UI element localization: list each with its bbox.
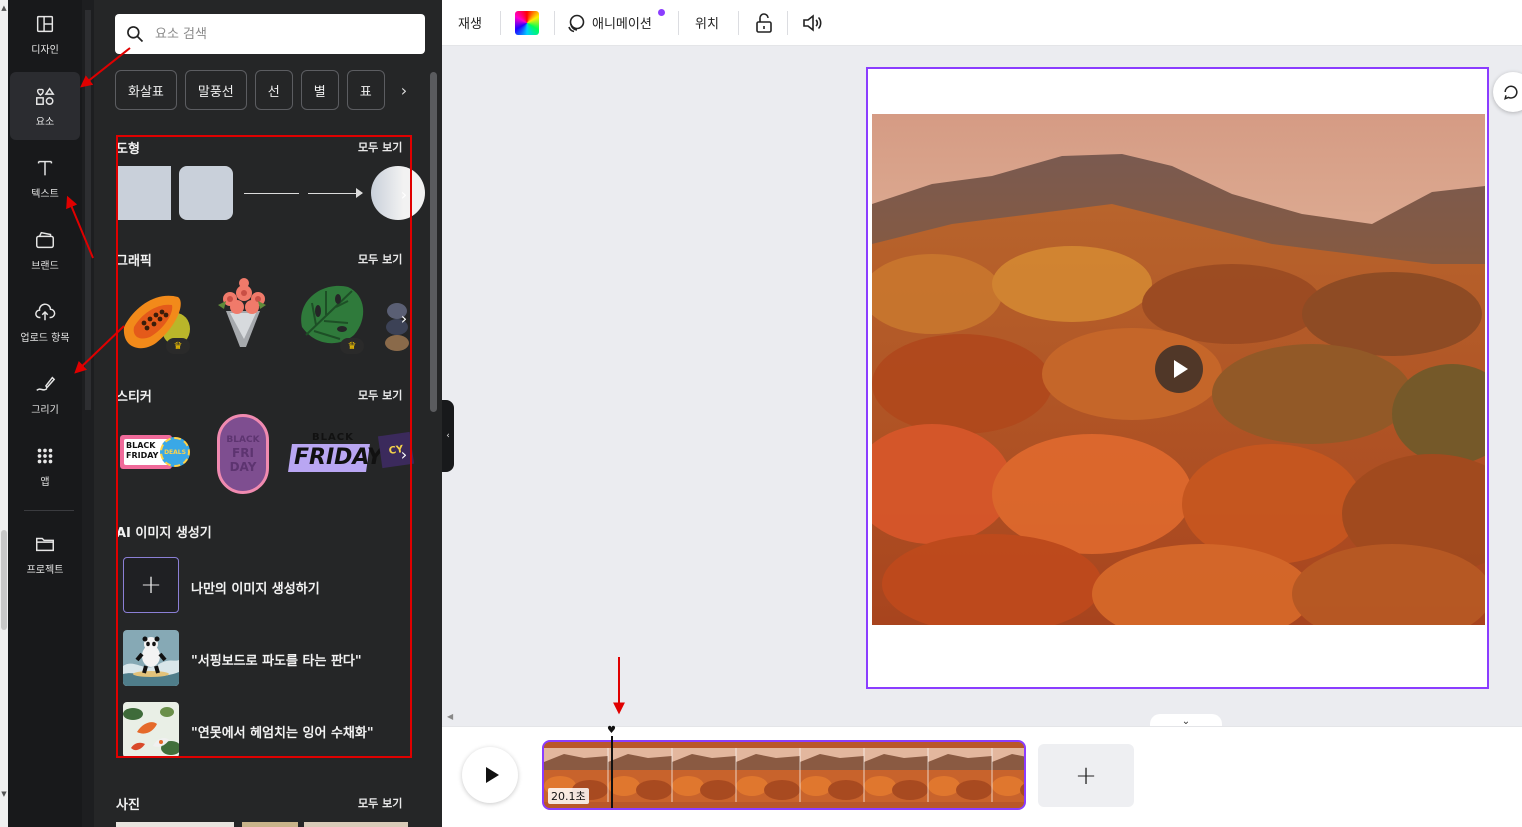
chip-arrow[interactable]: 화살표 (115, 70, 177, 110)
playback-button[interactable]: 재생 (458, 13, 482, 32)
chevron-left-icon: ‹ (446, 431, 450, 441)
playhead-handle[interactable]: ♥ (607, 726, 617, 736)
rail-item-uploads[interactable]: 업로드 항목 (10, 288, 80, 356)
rail-item-apps[interactable]: 앱 (10, 432, 80, 500)
scroll-down-icon[interactable]: ▼ (0, 790, 8, 798)
chevron-right-icon[interactable]: › (394, 70, 414, 110)
toolbar-divider (678, 11, 679, 35)
editor-toolbar: 재생 애니메이션 위치 (442, 0, 1522, 46)
canvas-horizontal-scrollbar[interactable]: ◀ (442, 710, 1522, 726)
toolbar-divider (738, 11, 739, 35)
rail-item-label: 디자인 (31, 44, 59, 56)
search-icon (127, 26, 144, 43)
rail-item-projects[interactable]: 프로젝트 (10, 520, 80, 588)
unlock-icon[interactable] (752, 11, 776, 35)
add-page-button[interactable]: + (1038, 744, 1134, 807)
search-box[interactable] (115, 14, 425, 54)
panel-scroll-thumb[interactable] (430, 72, 437, 412)
rail-item-label: 요소 (35, 116, 55, 128)
rail-divider (24, 510, 74, 511)
color-picker-button[interactable] (515, 11, 539, 35)
chip-table[interactable]: 표 (346, 70, 385, 110)
chip-speech-bubble[interactable]: 말풍선 (184, 70, 247, 110)
playhead[interactable] (611, 736, 613, 808)
video-play-button[interactable] (1155, 345, 1203, 393)
clip-filmstrip (544, 742, 1024, 808)
rail-item-design[interactable]: 디자인 (10, 0, 80, 68)
comment-button[interactable] (1493, 72, 1522, 112)
elements-panel: 화살표 말풍선 선 별 표 › 도형 모두 보기 › 그래픽 모두 보기 ♛ (82, 0, 442, 827)
scroll-left-icon[interactable]: ◀ (447, 712, 453, 721)
rail-item-label: 텍스트 (31, 188, 59, 200)
play-icon (1174, 360, 1188, 378)
clip-duration: 20.1초 (548, 788, 589, 804)
photo-thumbnail[interactable] (304, 822, 408, 827)
panel-scrollbar[interactable] (428, 60, 438, 820)
photo-thumbnail[interactable] (242, 822, 298, 827)
chip-star[interactable]: 별 (300, 70, 339, 110)
comment-refresh-icon (1504, 85, 1518, 100)
rail-item-label: 업로드 항목 (20, 332, 70, 344)
shapes-icon (36, 86, 55, 105)
layout-icon (36, 15, 54, 32)
rail-item-draw[interactable]: 그리기 (10, 360, 80, 428)
add-icon: + (1075, 760, 1097, 791)
collapse-panel-button[interactable]: ‹ (442, 400, 454, 472)
scroll-up-icon[interactable]: ▲ (0, 4, 8, 12)
rail-item-text[interactable]: 텍스트 (10, 144, 80, 212)
text-icon (37, 160, 53, 175)
photo-thumbnail[interactable] (116, 822, 234, 827)
app-window: ▲ ▼ 디자인 요소 텍스트 브랜드 업로드 항목 그리기 앱 프로젝트 요소 … (0, 0, 1522, 827)
rail-item-elements[interactable]: 요소 (10, 72, 80, 140)
side-rail: 디자인 요소 텍스트 브랜드 업로드 항목 그리기 앱 프로젝트 (8, 0, 82, 827)
animation-button[interactable]: 애니메이션 (592, 13, 652, 32)
search-input[interactable] (155, 26, 405, 42)
toolbar-divider (554, 11, 555, 35)
rail-item-label: 프로젝트 (26, 564, 64, 576)
rail-item-label: 앱 (40, 476, 50, 488)
outer-scroll-thumb[interactable] (1, 530, 7, 630)
notification-dot (658, 9, 665, 16)
toolbar-divider (500, 11, 501, 35)
rail-item-label: 브랜드 (31, 260, 59, 272)
play-icon (485, 767, 499, 783)
outer-scrollbar[interactable]: ▲ ▼ (0, 0, 8, 827)
rail-item-label: 그리기 (31, 404, 59, 416)
video-clip[interactable]: 20.1초 (542, 740, 1026, 810)
cloud-upload-icon (35, 302, 56, 320)
panel-left-strip (82, 0, 94, 827)
brand-icon (36, 231, 54, 248)
animation-icon[interactable] (564, 11, 588, 35)
timeline-play-button[interactable] (462, 747, 518, 803)
grid-icon (37, 448, 53, 463)
section-title-photos: 사진 (116, 798, 140, 813)
volume-icon[interactable] (800, 11, 824, 35)
rail-item-brand[interactable]: 브랜드 (10, 216, 80, 284)
toolbar-divider (787, 11, 788, 35)
folder-icon (36, 537, 54, 551)
see-all-photos-link[interactable]: 모두 보기 (358, 795, 402, 811)
pen-icon (36, 375, 56, 391)
highlight-box (116, 135, 412, 758)
category-chips: 화살표 말풍선 선 별 표 (115, 70, 405, 110)
chip-line[interactable]: 선 (254, 70, 293, 110)
position-button[interactable]: 위치 (695, 13, 719, 32)
